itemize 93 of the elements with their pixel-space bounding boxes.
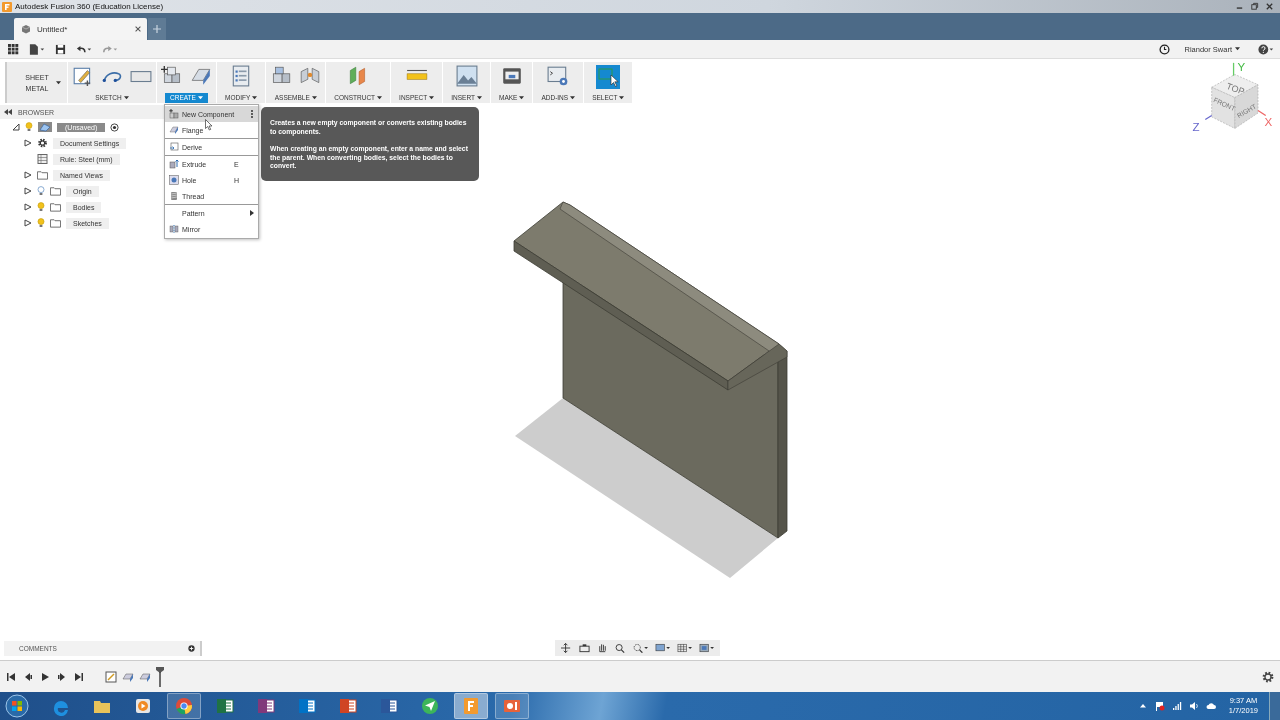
caret-icon [252, 95, 258, 100]
app-logo-icon [2, 1, 12, 12]
folder-icon [50, 186, 61, 196]
lightbulb-icon[interactable] [37, 186, 45, 196]
expand-triangle-icon[interactable] [24, 219, 32, 227]
close-icon[interactable] [134, 25, 142, 33]
flag-icon[interactable] [1154, 701, 1165, 711]
folder-icon [50, 218, 61, 228]
flange-feature-icon[interactable] [139, 670, 151, 683]
expand-triangle-icon[interactable] [24, 187, 32, 195]
caret-icon [197, 95, 203, 100]
settings-icon[interactable] [1262, 670, 1274, 683]
document-tab[interactable]: Untitled* [14, 18, 147, 40]
submenu-arrow-icon [250, 210, 254, 216]
sketch-feature-icon[interactable] [105, 670, 117, 683]
start-button-icon[interactable] [5, 694, 29, 718]
caret-icon [123, 95, 129, 100]
timeline-marker-icon[interactable] [156, 666, 164, 687]
zoom-icon[interactable] [615, 643, 626, 653]
app-icon [256, 696, 276, 716]
app-icon [420, 696, 440, 716]
app-icon [379, 696, 399, 716]
derive-icon [169, 142, 179, 152]
lightbulb-icon[interactable] [37, 202, 45, 212]
caret-icon [56, 80, 61, 85]
add-comment-icon[interactable] [188, 644, 195, 652]
folder-icon [50, 202, 61, 212]
caret-icon [570, 95, 576, 100]
file-icon[interactable] [29, 43, 45, 55]
grid-icon[interactable] [677, 643, 692, 653]
component-icon [38, 122, 52, 132]
pan-hand-icon[interactable] [597, 643, 608, 653]
cube-icon [21, 24, 31, 34]
app-icon [461, 696, 481, 716]
activate-radio-icon[interactable] [110, 122, 120, 132]
orbit-icon[interactable] [561, 643, 572, 653]
lightbulb-icon[interactable] [37, 218, 45, 228]
select-icon[interactable] [596, 65, 621, 89]
camera-icon[interactable] [579, 643, 590, 653]
app-icon [174, 696, 194, 716]
mouse-cursor-icon [205, 119, 213, 131]
caret-icon [429, 95, 435, 100]
caret-icon [477, 95, 482, 100]
caret-icon [377, 95, 383, 100]
thread-icon [169, 191, 179, 201]
skip-to-end-icon[interactable] [74, 671, 84, 682]
redo-icon[interactable] [102, 43, 118, 55]
expand-triangle-icon[interactable] [12, 123, 20, 131]
caret-icon [311, 95, 317, 100]
lightbulb-icon[interactable] [25, 122, 33, 132]
add-ins-icon[interactable] [547, 65, 570, 87]
app-icon [338, 696, 358, 716]
close-icon[interactable] [1265, 2, 1274, 11]
table-icon [37, 154, 48, 164]
taskbar-app[interactable] [167, 693, 201, 719]
caret-icon [519, 95, 525, 100]
play-icon[interactable] [40, 671, 50, 682]
expand-triangle-icon[interactable] [24, 203, 32, 211]
taskbar-app[interactable] [495, 693, 529, 719]
skip-to-start-icon[interactable] [6, 671, 16, 682]
help-icon[interactable] [1258, 43, 1274, 55]
apps-grid-icon[interactable] [8, 43, 19, 55]
hole-icon [169, 175, 179, 185]
step-forward-icon[interactable] [57, 671, 67, 682]
clock-icon[interactable] [1159, 43, 1171, 55]
caret-icon [1235, 47, 1240, 51]
new-component-icon [169, 109, 179, 119]
zoom-window-icon[interactable] [633, 643, 648, 653]
step-back-icon[interactable] [23, 671, 33, 682]
viewports-icon[interactable] [699, 643, 714, 653]
caret-icon [619, 95, 625, 100]
speaker-icon[interactable] [1188, 701, 1199, 711]
window-title: Autodesk Fusion 360 (Education License) [15, 2, 164, 11]
save-icon[interactable] [55, 43, 66, 55]
app-icon [297, 696, 317, 716]
extrude-icon [169, 159, 179, 169]
more-options-icon[interactable] [250, 109, 254, 119]
app-icon [133, 696, 153, 716]
expand-triangle-icon[interactable] [24, 171, 32, 179]
flange-feature-icon[interactable] [122, 670, 134, 683]
gear-icon [37, 138, 48, 148]
flange-icon [169, 125, 179, 135]
image-icon[interactable] [455, 65, 478, 87]
collapse-icon[interactable] [4, 109, 12, 115]
restore-icon[interactable] [1250, 2, 1259, 11]
printer-icon[interactable] [500, 65, 523, 87]
folder-icon [37, 170, 48, 180]
mirror-icon [169, 224, 179, 234]
signal-icon[interactable] [1171, 701, 1182, 711]
cloud-icon[interactable] [1205, 701, 1216, 711]
expand-triangle-icon[interactable] [24, 139, 32, 147]
display-icon[interactable] [655, 643, 670, 653]
app-icon [215, 696, 235, 716]
